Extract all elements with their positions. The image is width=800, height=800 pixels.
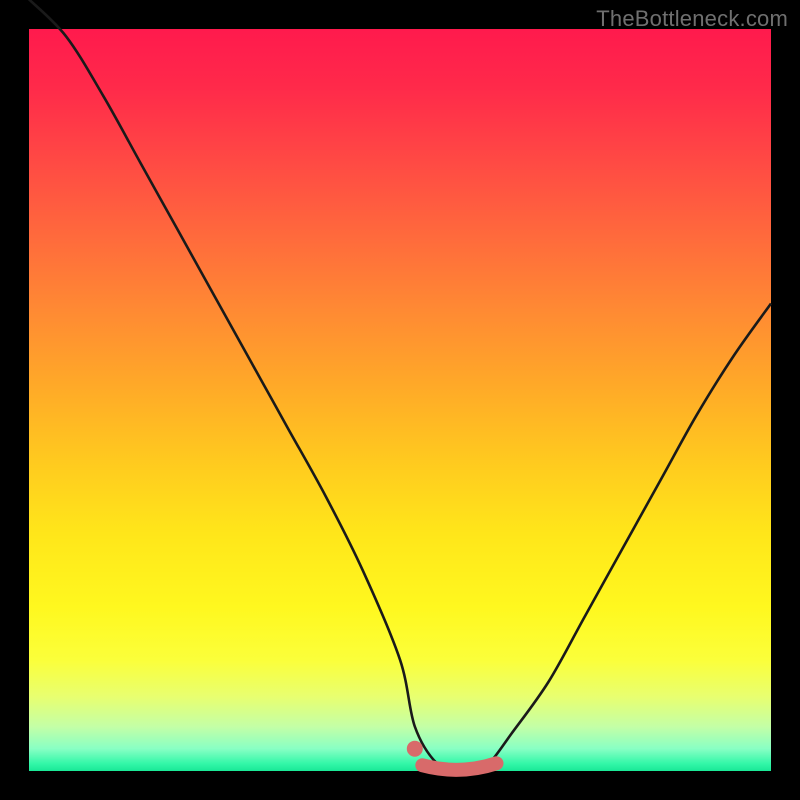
bottleneck-curve (29, 0, 771, 772)
chart-frame: TheBottleneck.com (0, 0, 800, 800)
chart-plot-area (29, 29, 771, 771)
marker-segment (422, 763, 496, 770)
marker-dot (407, 741, 423, 757)
chart-svg (29, 29, 771, 771)
watermark-text: TheBottleneck.com (596, 6, 788, 32)
